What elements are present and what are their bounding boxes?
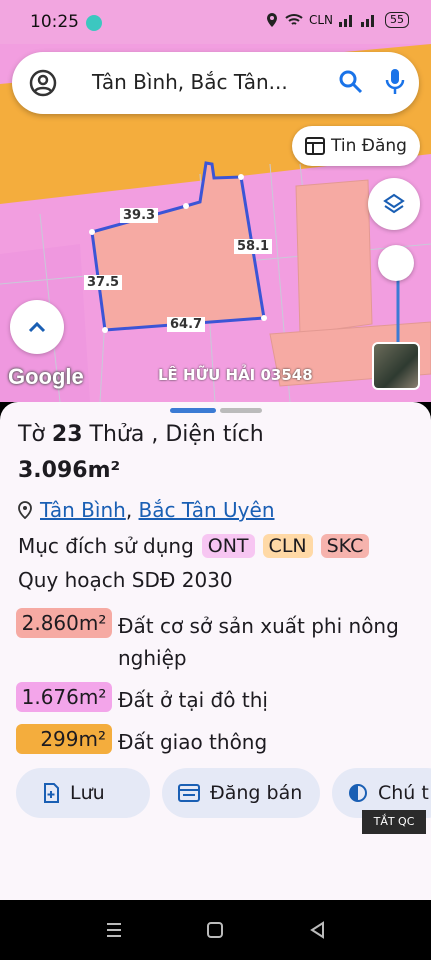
zone-description: Đất ở tại đô thị	[118, 688, 268, 712]
location-pin-icon	[18, 501, 32, 519]
layers-button[interactable]	[368, 178, 420, 230]
expand-button[interactable]	[10, 300, 64, 354]
parcel-area: 3.096m²	[18, 458, 121, 483]
system-icons: CLN 55	[265, 12, 409, 28]
dimension-label: 37.5	[84, 275, 123, 290]
google-logo: Google	[8, 364, 84, 389]
zone-description: Đất giao thông	[118, 730, 268, 754]
zone-area: 299m²	[16, 724, 112, 754]
search-input[interactable]: Tân Bình, Bắc Tân...	[92, 70, 288, 94]
clock: 10:25	[30, 12, 79, 32]
signal-icon	[339, 15, 374, 27]
zone-area: 2.860m²	[16, 608, 112, 638]
wifi-icon	[285, 14, 303, 25]
note-label: Chú t	[378, 782, 429, 804]
bookmark-add-icon	[44, 783, 59, 803]
layers-icon	[383, 193, 405, 214]
sheet-handle-secondary[interactable]	[220, 408, 262, 413]
opacity-slider-handle[interactable]	[378, 245, 414, 281]
dimension-label: 58.1	[234, 239, 273, 254]
parcel-info-sheet: Tờ 23 Thửa , Diện tích 3.096m² Tân Bình,…	[0, 402, 431, 900]
notification-icon	[86, 15, 102, 31]
back-icon[interactable]	[308, 920, 328, 940]
parcel-location: Tân Bình, Bắc Tân Uyên	[18, 498, 275, 522]
location-icon	[266, 13, 277, 27]
search-bar[interactable]: Tân Bình, Bắc Tân...	[12, 52, 419, 114]
home-icon[interactable]	[205, 920, 225, 940]
purpose-chip: ONT	[201, 534, 255, 558]
sheet-label: Tờ	[18, 422, 45, 447]
tin-dang-button[interactable]: Tin Đăng	[292, 126, 420, 166]
sheet-number: 23	[51, 422, 83, 447]
dimension-label: 39.3	[120, 208, 159, 223]
hide-ads-button[interactable]: TẮT QC	[362, 810, 426, 834]
listing-icon	[178, 784, 200, 802]
land-use-purpose: Mục đích sử dụng ONT CLN SKC	[18, 534, 370, 558]
recent-apps-icon[interactable]	[104, 920, 124, 940]
dimension-label: 64.7	[167, 317, 206, 332]
save-label: Lưu	[70, 782, 105, 804]
listing-icon	[305, 137, 326, 155]
save-button[interactable]: Lưu	[16, 768, 150, 818]
watermark-text: LÊ HỮU HẢI 03548	[158, 366, 313, 384]
ward-link[interactable]: Tân Bình	[40, 498, 126, 522]
zone-area: 1.676m²	[16, 682, 112, 712]
area-label: , Diện tích	[151, 422, 264, 447]
contrast-icon	[349, 784, 367, 802]
profile-icon[interactable]	[28, 68, 58, 98]
post-sale-button[interactable]: Đăng bán	[162, 768, 320, 818]
battery-icon: 55	[385, 12, 409, 28]
purpose-chip: CLN	[262, 534, 313, 558]
tin-dang-label: Tin Đăng	[331, 136, 407, 156]
mic-icon[interactable]	[384, 67, 406, 97]
search-icon[interactable]	[338, 69, 364, 95]
parcel-title: Tờ 23 Thửa , Diện tích	[18, 422, 264, 447]
purpose-chip: SKC	[320, 534, 370, 558]
chevron-up-icon	[28, 321, 46, 333]
carrier-label: CLN	[308, 13, 333, 27]
plot-label: Thửa	[89, 422, 145, 447]
zone-description: Đất cơ sở sản xuất phi nông nghiệp	[118, 614, 399, 670]
status-bar: 10:25 CLN 55	[0, 0, 431, 44]
sheet-handle[interactable]	[170, 408, 216, 413]
district-link[interactable]: Bắc Tân Uyên	[139, 498, 275, 522]
post-sale-label: Đăng bán	[210, 782, 303, 804]
street-view-thumbnail[interactable]	[372, 342, 420, 390]
plan-label: Quy hoạch SDĐ 2030	[18, 568, 233, 592]
purpose-label: Mục đích sử dụng	[18, 534, 194, 558]
system-nav-bar	[0, 900, 431, 960]
